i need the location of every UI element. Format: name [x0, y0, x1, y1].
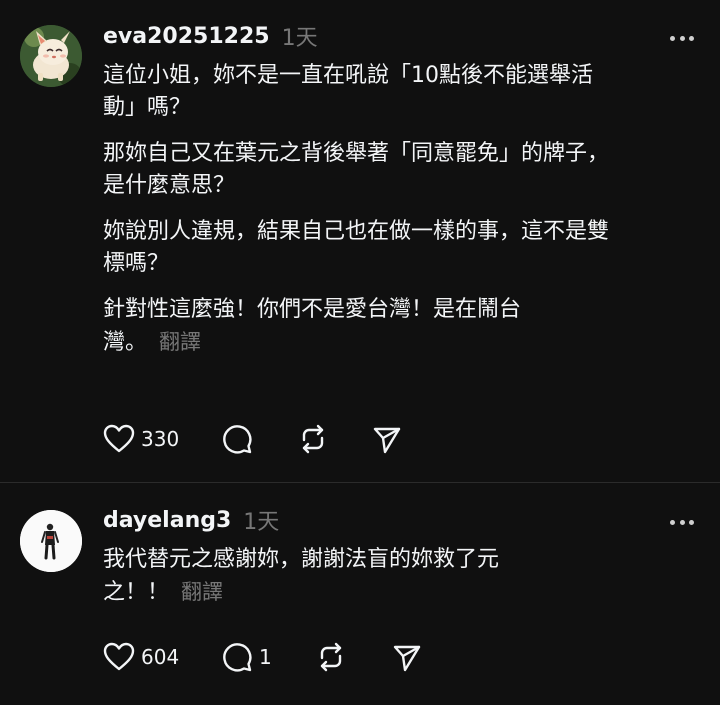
- translate-link[interactable]: 翻譯: [159, 330, 201, 354]
- repost-icon: [320, 642, 342, 672]
- reply-post: eva20251225 1天 這位小姐，妳不是一直在吼說「10點後不能選舉活 動…: [0, 0, 720, 482]
- send-icon: [393, 645, 421, 672]
- username[interactable]: eva20251225: [103, 24, 270, 49]
- post-paragraph-last: 針對性這麼強！你們不是愛台灣！是在鬧台 灣。 翻譯: [103, 294, 703, 359]
- post-text: 我代替元之感謝妳，謝謝法盲的妳救了元 之！！ 翻譯: [103, 544, 703, 609]
- heart-icon: [103, 424, 135, 453]
- repost-icon: [302, 424, 324, 454]
- like-count: 604: [141, 645, 180, 669]
- like-button[interactable]: 330: [103, 423, 179, 455]
- like-count: 330: [141, 427, 180, 451]
- anime-character-avatar-icon: [20, 25, 82, 87]
- more-options-icon[interactable]: [670, 34, 694, 42]
- post-text: 這位小姐，妳不是一直在吼說「10點後不能選舉活 動」嗎？ 那妳自己又在葉元之背後…: [103, 60, 703, 359]
- avatar[interactable]: [20, 25, 82, 87]
- send-icon: [373, 427, 401, 454]
- more-options-icon[interactable]: [670, 518, 694, 526]
- post-paragraph-text: 我代替元之感謝妳，謝謝法盲的妳救了元 之！！: [103, 547, 500, 605]
- comment-icon: [223, 425, 252, 454]
- timestamp[interactable]: 1天: [282, 20, 318, 52]
- reply-button[interactable]: 1: [221, 641, 272, 673]
- like-button[interactable]: 604: [103, 641, 179, 673]
- reply-button[interactable]: [221, 423, 259, 455]
- timestamp[interactable]: 1天: [243, 504, 279, 536]
- repost-button[interactable]: [297, 423, 335, 455]
- translate-link[interactable]: 翻譯: [181, 580, 223, 604]
- comment-icon: [223, 643, 252, 672]
- share-button[interactable]: [371, 423, 403, 455]
- post-paragraph: 妳說別人違規，結果自己也在做一樣的事，這不是雙 標嗎？: [103, 219, 610, 276]
- post-paragraph-last: 我代替元之感謝妳，謝謝法盲的妳救了元 之！！ 翻譯: [103, 544, 703, 609]
- post-paragraph: 那妳自己又在葉元之背後舉著「同意罷免」的牌子， 是什麼意思？: [103, 141, 610, 198]
- share-button[interactable]: [391, 641, 423, 673]
- reply-count: 1: [259, 645, 272, 669]
- repost-button[interactable]: [315, 641, 353, 673]
- avatar[interactable]: [20, 510, 82, 572]
- post-header: dayelang3 1天: [103, 504, 279, 536]
- heart-icon: [103, 642, 135, 671]
- post-header: eva20251225 1天: [103, 20, 318, 52]
- person-silhouette-avatar-icon: [20, 510, 82, 572]
- username[interactable]: dayelang3: [103, 508, 231, 533]
- reply-post: dayelang3 1天 我代替元之感謝妳，謝謝法盲的妳救了元 之！！ 翻譯 60…: [0, 483, 720, 705]
- post-paragraph: 這位小姐，妳不是一直在吼說「10點後不能選舉活 動」嗎？: [103, 63, 593, 120]
